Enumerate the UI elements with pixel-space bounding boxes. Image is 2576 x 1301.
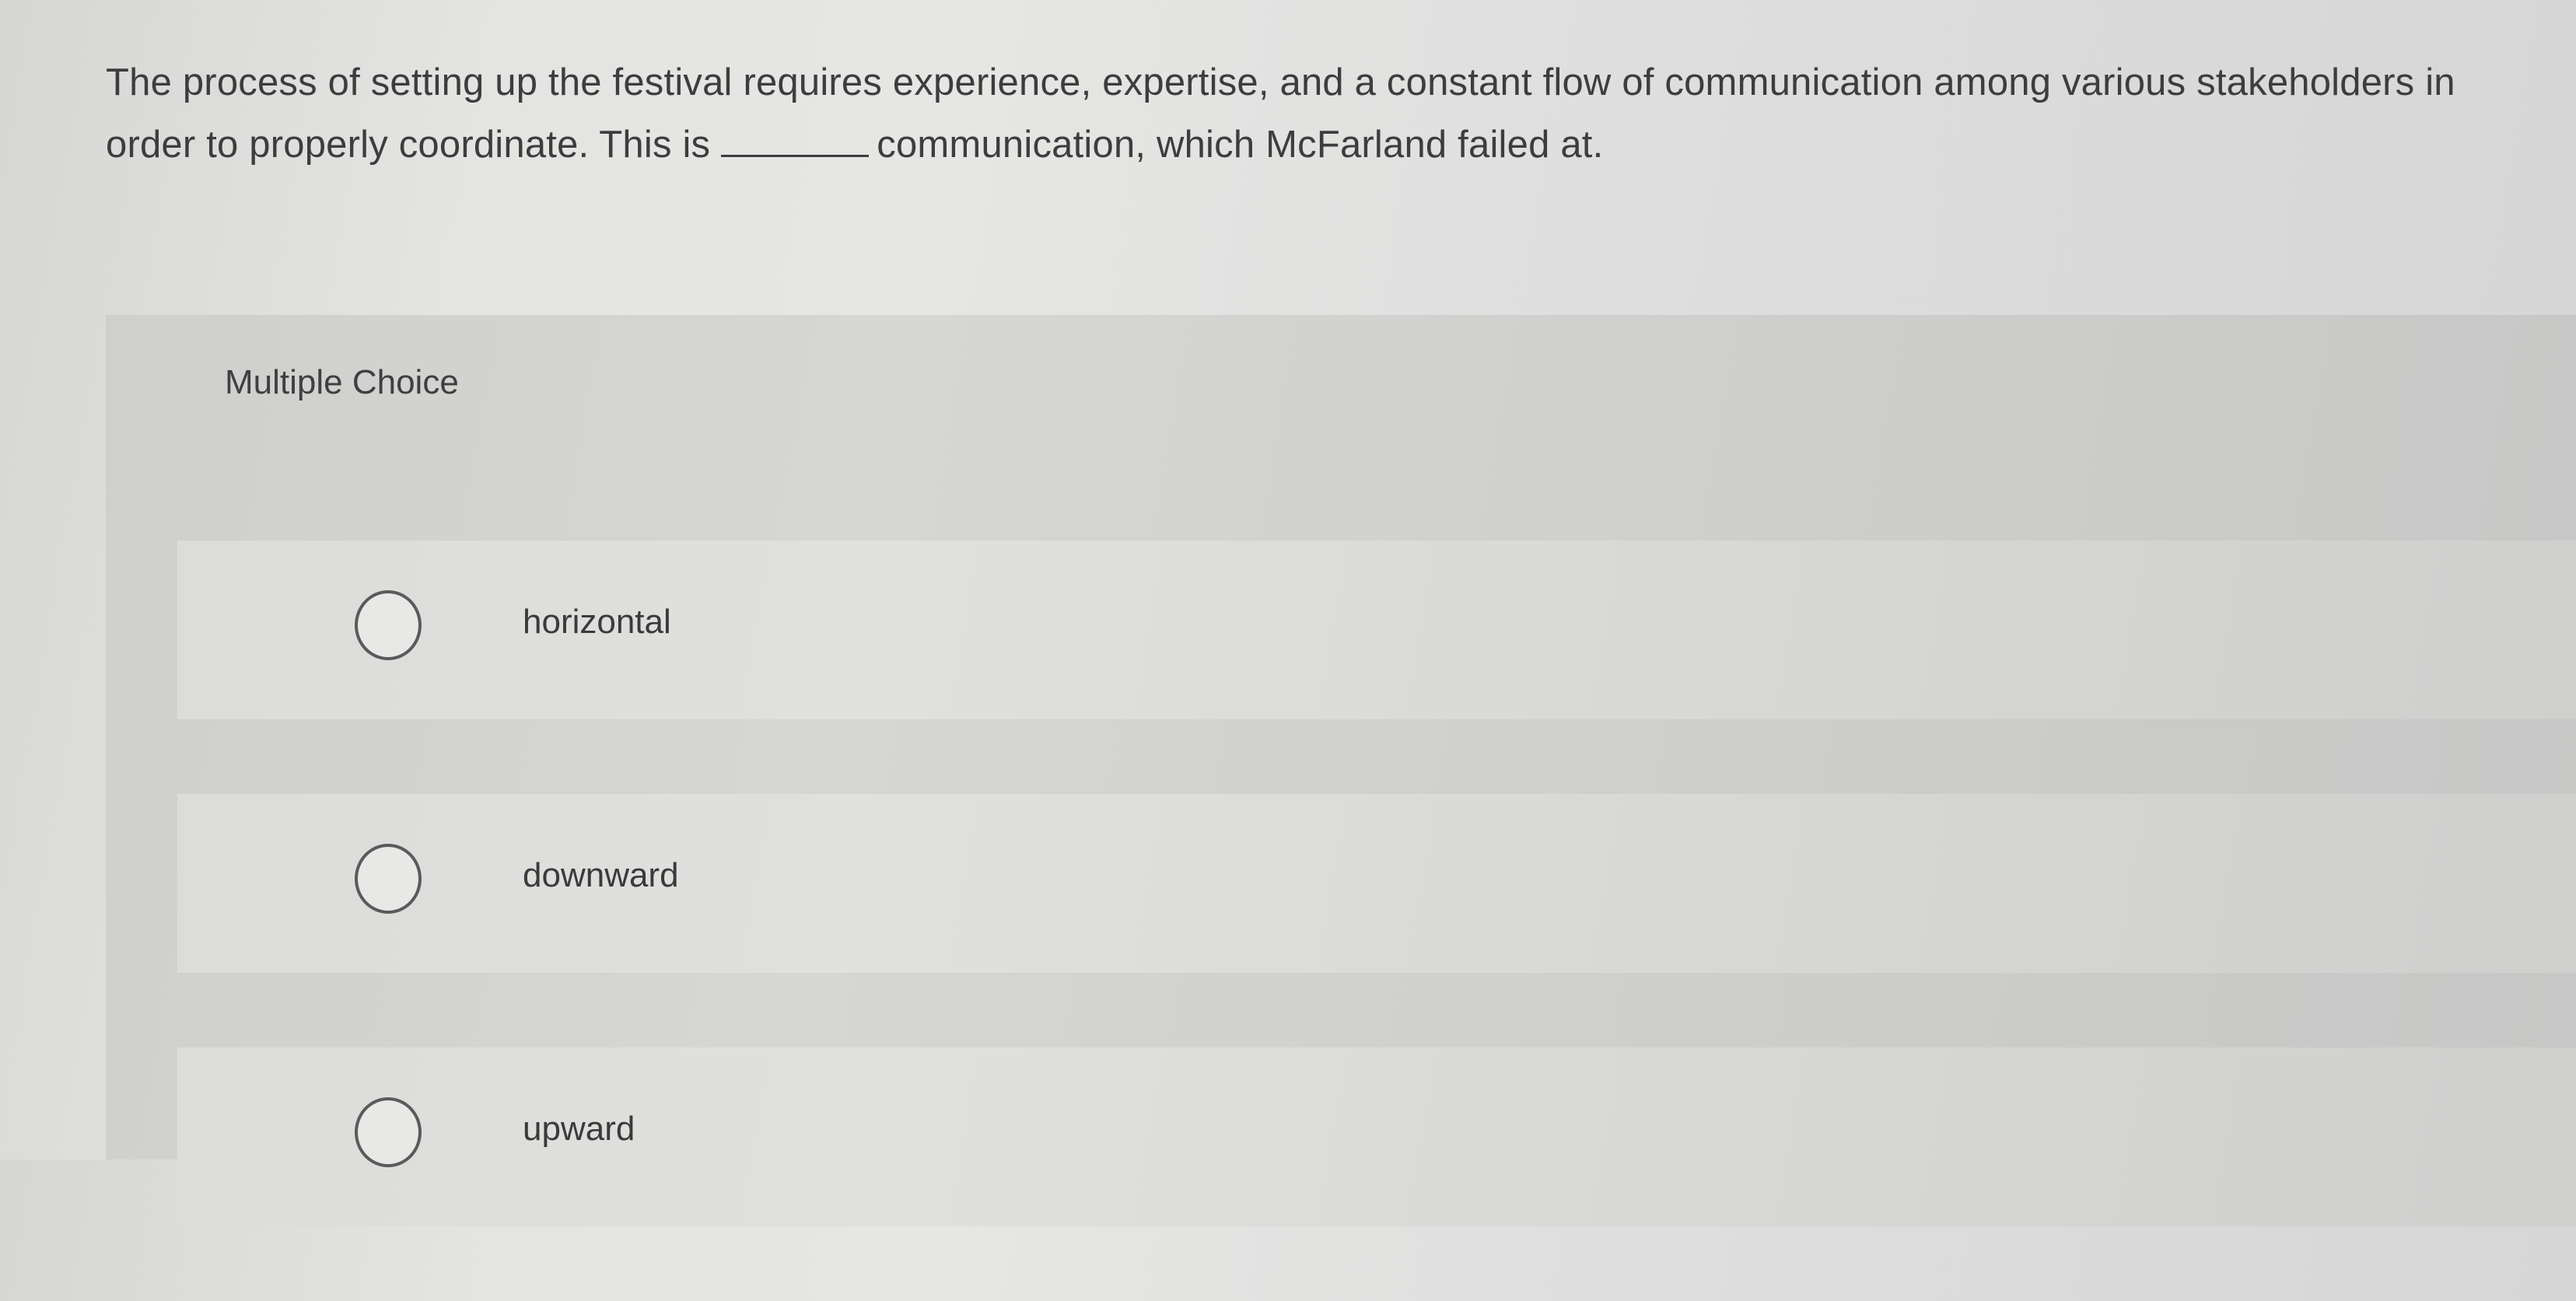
question-text: The process of setting up the festival r… bbox=[106, 51, 2501, 176]
option-label-downward[interactable]: downward bbox=[523, 856, 679, 895]
option-upward[interactable]: upward bbox=[177, 1047, 2576, 1226]
multiple-choice-title: Multiple Choice bbox=[225, 363, 459, 401]
answer-blank bbox=[721, 117, 870, 157]
quiz-page: The process of setting up the festival r… bbox=[0, 0, 2576, 1226]
radio-button-horizontal[interactable] bbox=[355, 590, 422, 660]
multiple-choice-header: Multiple Choice bbox=[106, 315, 2576, 455]
question-text-after-blank: communication, which McFarland failed at… bbox=[877, 124, 1604, 166]
option-label-upward[interactable]: upward bbox=[523, 1110, 635, 1149]
option-label-horizontal[interactable]: horizontal bbox=[523, 603, 671, 642]
answer-options: horizontal downward upward bbox=[177, 540, 2576, 1301]
option-downward[interactable]: downward bbox=[177, 794, 2576, 973]
radio-button-upward[interactable] bbox=[355, 1097, 422, 1167]
option-horizontal[interactable]: horizontal bbox=[177, 540, 2576, 719]
radio-button-downward[interactable] bbox=[355, 844, 422, 914]
multiple-choice-panel: Multiple Choice horizontal downward upwa… bbox=[106, 315, 2576, 1226]
